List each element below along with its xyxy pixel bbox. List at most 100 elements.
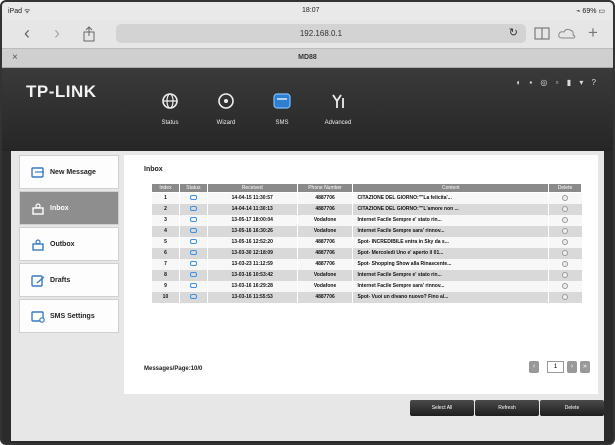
select-all-button[interactable]: Select All [410, 400, 474, 416]
nav-advanced-label: Advanced [324, 120, 352, 126]
content-cell[interactable]: Spot- Vuoi un divano nuovo? Fino al... [352, 291, 549, 303]
index-cell: 10 [151, 291, 180, 303]
nav-wizard[interactable]: Wizard [201, 92, 251, 126]
phone-cell: 4887706 [296, 192, 353, 204]
table-row[interactable]: 1 14-04-15 11:30:57 4887706 CITAZIONE DE… [151, 192, 582, 204]
new-tab-icon[interactable]: + [588, 24, 598, 42]
received-cell: 13-03-16 11:55:53 [206, 291, 298, 303]
content-cell[interactable]: Internet Facile Sempre sara' rinnov... [352, 280, 549, 292]
column-header[interactable]: Delete [548, 183, 582, 193]
nav-status[interactable]: Status [145, 92, 195, 126]
header-status-icons[interactable]: ◐ ▪ ◎ ▫ ▮ ▾ ? [516, 78, 599, 87]
sidebar-item-outbox[interactable]: Outbox [19, 227, 119, 261]
table-row[interactable]: 6 13-03-30 12:18:09 4887706 Spot- Mercol… [151, 247, 582, 259]
delete-cell [548, 258, 582, 270]
received-cell: 13-05-17 18:00:04 [206, 214, 298, 226]
table-row[interactable]: 9 13-03-16 16:29:28 Vodafone Internet Fa… [151, 280, 582, 292]
content-cell[interactable]: Spot- Mercoledì Uno e' aperto il 01... [352, 247, 549, 259]
delete-radio[interactable] [562, 293, 569, 300]
main-content: New Message Inbox Outbox Drafts SMS Sett… [11, 151, 604, 441]
message-status-icon [189, 206, 197, 212]
nav-advanced[interactable]: Advanced [313, 92, 363, 126]
sms-settings-icon [31, 311, 45, 323]
phone-cell: 4887706 [296, 291, 353, 303]
table-row[interactable]: 8 13-03-16 10:53:42 Vodafone Internet Fa… [151, 269, 582, 281]
delete-cell [548, 291, 582, 303]
content-cell[interactable]: Spot- INCREDIBILE entra in Sky da s... [352, 236, 549, 248]
delete-radio[interactable] [562, 249, 569, 256]
table-row[interactable]: 5 13-05-16 12:52:20 4887706 Spot- INCRED… [151, 236, 582, 248]
index-cell: 6 [151, 247, 180, 259]
refresh-button[interactable]: Refresh [475, 400, 539, 416]
table-row[interactable]: 10 13-03-16 11:55:53 4887706 Spot- Vuoi … [151, 291, 582, 303]
content-cell[interactable]: CITAZIONE DEL GIORNO:""L'amore non ... [352, 203, 549, 215]
phone-cell: Vodafone [296, 214, 353, 226]
messages-per-page: Messages/Page:10/0 [144, 366, 203, 372]
column-header[interactable]: Content [352, 183, 550, 193]
delete-radio[interactable] [562, 282, 569, 289]
phone-cell: 4887706 [296, 258, 353, 270]
sidebar-item-drafts[interactable]: Drafts [19, 263, 119, 297]
page-number-input[interactable]: 1 [547, 361, 564, 373]
content-cell[interactable]: Spot- Shopping Show alla Rinascente... [352, 258, 549, 270]
content-cell[interactable]: Internet Facile Sempre sara' rinnov... [352, 225, 549, 237]
sms-icon [273, 93, 291, 109]
sidebar-item-sms-settings[interactable]: SMS Settings [19, 299, 119, 333]
content-cell[interactable]: Internet Facile Sempre e' stato rin... [352, 269, 549, 281]
message-status-icon [189, 261, 197, 267]
table-row[interactable]: 3 13-05-17 18:00:04 Vodafone Internet Fa… [151, 214, 582, 226]
delete-radio[interactable] [562, 238, 569, 245]
phone-cell: 4887706 [296, 203, 353, 215]
index-cell: 1 [151, 192, 180, 204]
status-cell [178, 291, 208, 303]
delete-radio[interactable] [562, 271, 569, 278]
table-row[interactable]: 2 14-04-14 11:30:13 4887706 CITAZIONE DE… [151, 203, 582, 215]
received-cell: 13-03-30 12:18:09 [206, 247, 298, 259]
back-icon[interactable]: ‹ [24, 24, 30, 42]
table-row[interactable]: 7 13-03-23 11:12:59 4887706 Spot- Shoppi… [151, 258, 582, 270]
last-page-button[interactable]: » [580, 361, 590, 373]
delete-radio[interactable] [562, 195, 569, 202]
phone-cell: 4887706 [296, 236, 353, 248]
content-cell[interactable]: CITAZIONE DEL GIORNO:""La felicita'... [352, 192, 549, 204]
next-page-button[interactable]: › [567, 361, 577, 373]
column-header[interactable]: Status [178, 183, 208, 193]
column-header[interactable]: Index [151, 183, 180, 193]
received-cell: 14-04-14 11:30:13 [206, 203, 298, 215]
sidebar-item-label: SMS Settings [50, 313, 95, 320]
inbox-icon [32, 203, 44, 215]
address-bar[interactable]: 192.168.0.1 ↻ [116, 24, 526, 43]
forward-icon[interactable]: › [54, 24, 60, 42]
message-status-icon [189, 228, 197, 234]
sidebar-item-inbox[interactable]: Inbox [19, 191, 119, 225]
table-row[interactable]: 4 13-05-16 16:30:26 Vodafone Internet Fa… [151, 225, 582, 237]
tab-title[interactable]: MD88 [2, 54, 613, 61]
cloud-icon[interactable] [558, 27, 576, 39]
delete-radio[interactable] [562, 260, 569, 267]
delete-cell [548, 203, 582, 215]
nav-status-label: Status [161, 120, 179, 126]
advanced-icon [332, 94, 344, 108]
status-cell [178, 192, 208, 204]
reload-icon[interactable]: ↻ [509, 24, 518, 43]
column-header[interactable]: Phone Number [296, 183, 354, 193]
column-header[interactable]: Received [206, 183, 298, 193]
content-cell[interactable]: Internet Facile Sempre e' stato rin... [352, 214, 549, 226]
sidebar-item-new-message[interactable]: New Message [19, 155, 119, 189]
delete-radio[interactable] [562, 227, 569, 234]
index-cell: 4 [151, 225, 180, 237]
sidebar-item-label: Drafts [50, 277, 71, 284]
delete-button[interactable]: Delete [540, 400, 604, 416]
received-cell: 13-05-16 12:52:20 [206, 236, 298, 248]
delete-radio[interactable] [562, 216, 569, 223]
index-cell: 3 [151, 214, 180, 226]
nav-sms[interactable]: SMS [257, 92, 307, 126]
message-status-icon [189, 294, 197, 300]
share-icon[interactable] [82, 26, 96, 42]
phone-cell: Vodafone [296, 225, 353, 237]
delete-radio[interactable] [562, 205, 569, 212]
bookmarks-icon[interactable] [534, 27, 550, 40]
message-status-icon [189, 250, 197, 256]
status-cell [178, 225, 208, 237]
prev-page-button[interactable]: ‹ [529, 361, 539, 373]
